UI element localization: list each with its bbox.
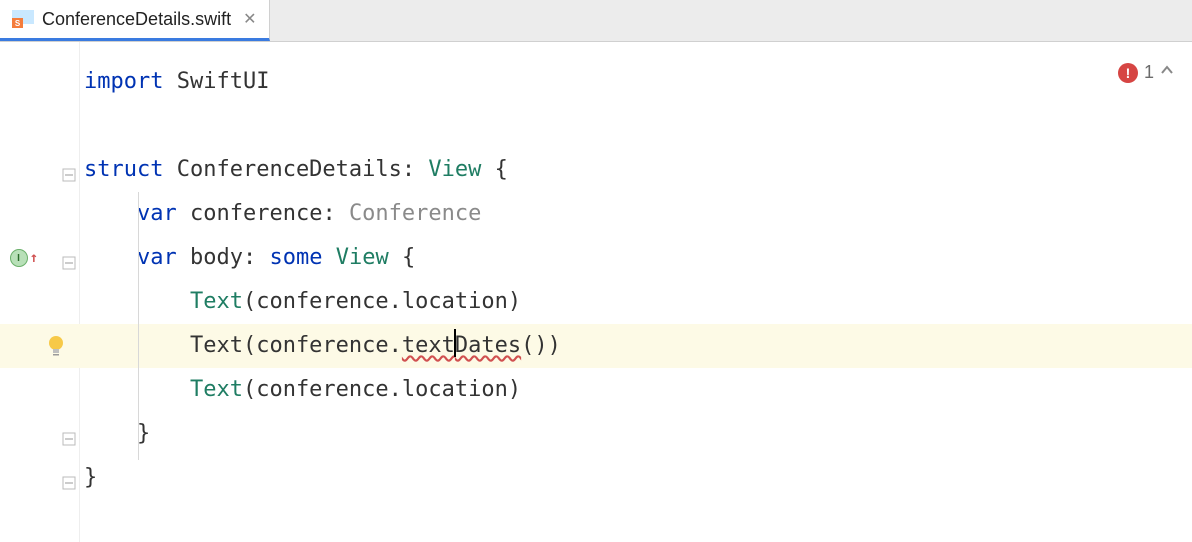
implements-gutter-icon[interactable]: I↑ [10,249,38,267]
tab-filename: ConferenceDetails.swift [42,9,231,30]
code-line[interactable]: } [80,412,1192,456]
tab-bar: S ConferenceDetails.swift ✕ [0,0,1192,42]
gutter: I↑ [0,42,80,542]
fold-open-icon[interactable] [62,163,76,177]
editor[interactable]: I↑ import SwiftUI [0,42,1192,542]
code-line[interactable]: var body: some View { [80,236,1192,280]
code-line[interactable]: Text(conference.location) [80,280,1192,324]
error-count: 1 [1144,62,1154,83]
code-pane[interactable]: import SwiftUI struct ConferenceDetails:… [80,42,1192,542]
code-line[interactable]: struct ConferenceDetails: View { [80,148,1192,192]
close-tab-icon[interactable]: ✕ [243,9,256,29]
fold-open-icon[interactable] [62,251,76,265]
file-tab[interactable]: S ConferenceDetails.swift ✕ [0,0,270,41]
code-line-active[interactable]: Text(conference.textDates()) [80,324,1192,368]
inspection-widget[interactable]: ! 1 [1118,62,1174,83]
code-line-blank[interactable] [80,104,1192,148]
intention-bulb-icon[interactable] [47,335,65,357]
code-line[interactable]: import SwiftUI [80,60,1192,104]
fold-close-icon[interactable] [62,427,76,441]
swift-file-icon: S [12,10,34,28]
error-icon[interactable]: ! [1118,63,1138,83]
code-line[interactable]: Text(conference.location) [80,368,1192,412]
fold-close-icon[interactable] [62,471,76,485]
svg-text:S: S [15,19,21,28]
indent-guide [138,192,139,460]
code-line[interactable]: var conference: Conference [80,192,1192,236]
code-line[interactable]: } [80,456,1192,500]
chevron-up-icon[interactable] [1160,63,1174,82]
